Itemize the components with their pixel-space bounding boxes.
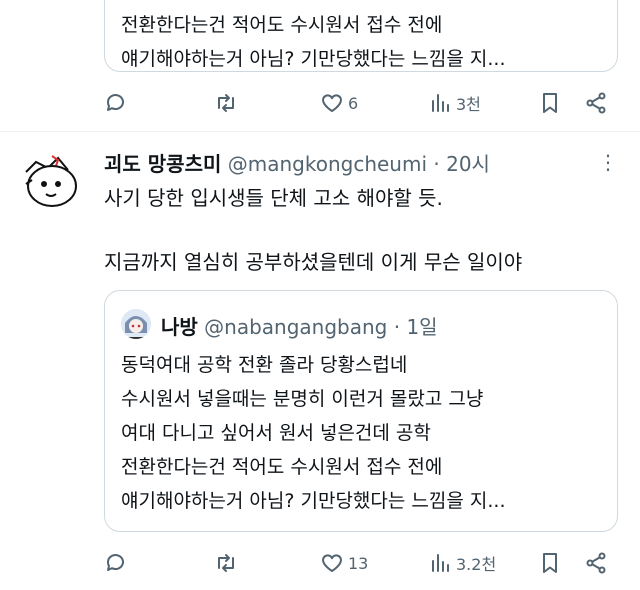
action-bar: 13 3.2천 bbox=[104, 547, 614, 579]
share-button[interactable] bbox=[584, 547, 608, 579]
quote-line: 얘기해야하는거 아님? 기만당했다는 느낌을 지... bbox=[121, 48, 506, 70]
bookmark-button[interactable] bbox=[538, 547, 562, 579]
share-button[interactable] bbox=[584, 87, 608, 119]
tweet-text-line: 사기 당한 입시생들 단체 고소 해야할 듯. bbox=[104, 186, 443, 210]
quote-avatar-icon bbox=[121, 309, 151, 339]
view-count: 3.2천 bbox=[456, 555, 497, 574]
like-count: 6 bbox=[348, 93, 359, 113]
bookmark-icon bbox=[543, 553, 557, 573]
bookmark-icon bbox=[543, 93, 557, 113]
display-name[interactable]: 괴도 망콩츠미 bbox=[104, 152, 221, 176]
like-button[interactable]: 6 bbox=[320, 87, 358, 119]
action-bar-previous: 6 3천 bbox=[104, 87, 614, 119]
quote-handle: @nabangangbang bbox=[204, 315, 388, 339]
avatar-drawing-icon bbox=[18, 150, 82, 214]
more-options-button[interactable]: ⋮ bbox=[598, 150, 618, 174]
quote-line: 전환한다는건 적어도 수시원서 접수 전에 bbox=[121, 14, 443, 36]
quote-line: 동덕여대 공학 전환 졸라 당황스럽네 bbox=[121, 354, 408, 376]
retweet-button[interactable] bbox=[214, 547, 238, 579]
quote-timestamp: · 1일 bbox=[393, 315, 438, 339]
quote-display-name: 나방 bbox=[161, 315, 198, 339]
quote-line: 전환한다는건 적어도 수시원서 접수 전에 bbox=[121, 456, 443, 478]
like-button[interactable]: 13 bbox=[320, 547, 368, 579]
like-count: 13 bbox=[348, 553, 369, 573]
quote-line: 얘기해야하는거 아님? 기만당했다는 느낌을 지... bbox=[121, 490, 506, 512]
views-button[interactable]: 3.2천 bbox=[428, 547, 496, 579]
quote-line: 수시원서 넣을때는 분명히 이런거 몰랐고 그냥 bbox=[121, 388, 484, 410]
retweet-button[interactable] bbox=[214, 87, 238, 119]
quote-avatar bbox=[121, 309, 151, 339]
share-icon bbox=[586, 92, 606, 114]
quote-card[interactable]: 나방 @nabangangbang · 1일 동덕여대 공학 전환 졸라 당황스… bbox=[104, 290, 618, 532]
reply-icon bbox=[106, 554, 124, 571]
views-icon bbox=[432, 94, 449, 112]
retweet-icon bbox=[218, 554, 234, 572]
views-button[interactable]: 3천 bbox=[428, 87, 481, 119]
views-icon bbox=[432, 554, 449, 572]
like-icon bbox=[322, 94, 342, 112]
share-icon bbox=[586, 552, 606, 574]
reply-button[interactable] bbox=[104, 87, 128, 119]
like-icon bbox=[322, 554, 342, 572]
quote-card-previous[interactable]: 전환한다는건 적어도 수시원서 접수 전에 얘기해야하는거 아님? 기만당했다는… bbox=[104, 0, 618, 72]
view-count: 3천 bbox=[456, 95, 481, 114]
quote-header: 나방 @nabangangbang · 1일 bbox=[161, 311, 438, 340]
timestamp[interactable]: · 20시 bbox=[433, 152, 490, 176]
quote-line: 여대 다니고 싶어서 원서 넣은건데 공학 bbox=[121, 422, 431, 444]
bookmark-button[interactable] bbox=[538, 87, 562, 119]
tweet-text-line: 지금까지 열심히 공부하셨을텐데 이게 무슨 일이야 bbox=[104, 250, 523, 274]
reply-button[interactable] bbox=[104, 547, 128, 579]
tweet-header: 괴도 망콩츠미 @mangkongcheumi · 20시 bbox=[104, 148, 490, 177]
avatar[interactable] bbox=[18, 150, 82, 214]
handle[interactable]: @mangkongcheumi bbox=[228, 152, 427, 176]
retweet-icon bbox=[218, 94, 234, 112]
reply-icon bbox=[106, 94, 124, 111]
tweet-divider bbox=[0, 131, 640, 132]
